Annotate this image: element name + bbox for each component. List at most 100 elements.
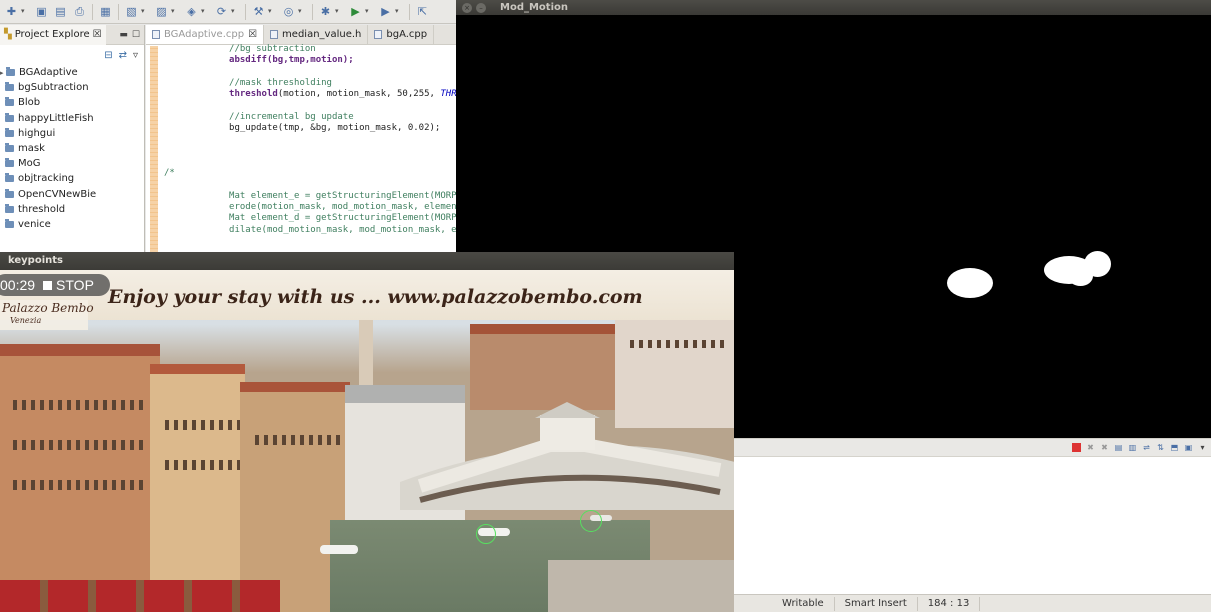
view-menu-icon[interactable]: ▿ — [133, 50, 138, 61]
motion-blob — [1068, 266, 1093, 286]
tab-close-icon[interactable]: ☒ — [93, 29, 102, 40]
code-line: absdiff(bg,tmp,motion); — [164, 55, 354, 66]
minimize-view-icon[interactable]: ▬ — [119, 30, 128, 40]
minimize-window-icon[interactable]: – — [476, 2, 486, 13]
external-tools-icon[interactable]: ▶ — [378, 4, 393, 19]
save-icon[interactable]: ▣ — [34, 4, 49, 19]
window-title: Mod_Motion — [500, 2, 568, 13]
mod-motion-titlebar[interactable]: × – Mod_Motion — [456, 0, 1211, 15]
tab-project-explorer[interactable]: ▚ Project Explore ☒ — [0, 24, 106, 45]
toolbar-separator — [92, 3, 93, 20]
project-item[interactable]: happyLittleFish — [0, 111, 144, 126]
project-item[interactable]: MoG — [0, 156, 144, 171]
toolbar-separator — [245, 3, 246, 20]
stop-button-label[interactable]: STOP — [56, 277, 94, 293]
project-item[interactable]: Blob — [0, 95, 144, 110]
editor-tabbar: BGAdaptive.cpp ☒ median_value.h bgA.cpp — [146, 25, 456, 45]
link-editor-icon[interactable]: ⇄ — [119, 50, 127, 61]
project-item[interactable]: bgSubtraction — [0, 80, 144, 95]
new-icon[interactable]: ✚ — [4, 4, 19, 19]
new-dropdown-icon[interactable]: ▾ — [21, 4, 28, 19]
display-console-icon[interactable]: ⬒ — [1170, 443, 1179, 452]
project-folder-icon — [5, 143, 14, 153]
target-icon[interactable]: ◎ — [281, 4, 296, 19]
window-row — [160, 420, 240, 430]
project-item[interactable]: threshold — [0, 202, 144, 217]
ide-statusbar: Writable Smart Insert 184 : 13 — [734, 594, 1211, 612]
webcam-frame: Enjoy your stay with us ... www.palazzob… — [0, 270, 734, 612]
terminate-icon[interactable] — [1072, 443, 1081, 452]
debug-dropdown-icon[interactable]: ▾ — [335, 4, 342, 19]
close-window-icon[interactable]: × — [462, 2, 472, 13]
tab-project-explorer-label: Project Explore — [14, 29, 90, 40]
project-label: mask — [18, 143, 45, 155]
scroll-lock-icon[interactable]: ▥ — [1128, 443, 1137, 452]
run-dropdown-icon[interactable]: ▾ — [365, 4, 372, 19]
tab-close-icon[interactable]: ☒ — [248, 29, 257, 40]
clear-console-icon[interactable]: ▤ — [1114, 443, 1123, 452]
project-label: bgSubtraction — [18, 82, 89, 94]
keypoints-titlebar[interactable]: keypoints — [0, 252, 734, 270]
view-menu-icon[interactable]: ▾ — [1198, 443, 1207, 452]
new-class-dropdown-icon[interactable]: ▾ — [201, 4, 208, 19]
window-row — [8, 400, 148, 410]
project-item[interactable]: ▸ BGAdaptive — [0, 65, 144, 80]
open-folder-icon[interactable]: ▨ — [154, 4, 169, 19]
save-all-icon[interactable]: ▤ — [53, 4, 68, 19]
project-folder-icon — [5, 82, 14, 92]
ide-toolbar: ✚ ▾ ▣ ▤ ⎙ ▦ ▧ ▾ ▨ ▾ ◈ ▾ ⟳ ▾ ⚒ ▾ ◎ ▾ ✱ ▾ ▶ ▾ ▶ ▾ ⇱ — [0, 0, 456, 24]
debug-icon[interactable]: ✱ — [318, 4, 333, 19]
run-icon[interactable]: ▶ — [348, 4, 363, 19]
recording-control[interactable]: 00:29 STOP — [0, 274, 110, 296]
pin-console-icon[interactable]: ⇅ — [1156, 443, 1165, 452]
target-dropdown-icon[interactable]: ▾ — [298, 4, 305, 19]
open-folder-dropdown-icon[interactable]: ▾ — [171, 4, 178, 19]
new-project-icon[interactable]: ▧ — [124, 4, 139, 19]
refresh-dropdown-icon[interactable]: ▾ — [231, 4, 238, 19]
cpp-file-icon — [152, 30, 160, 39]
window-row — [250, 435, 345, 445]
building-left-2 — [150, 370, 245, 612]
collapse-all-icon[interactable]: ⊟ — [104, 50, 112, 61]
external-tools-dropdown-icon[interactable]: ▾ — [395, 4, 402, 19]
window-row — [625, 340, 725, 348]
project-item[interactable]: venice — [0, 217, 144, 232]
remove-launch-icon[interactable]: ✖ — [1086, 443, 1095, 452]
toolbar-separator — [118, 3, 119, 20]
maximize-view-icon[interactable]: ☐ — [132, 30, 140, 40]
roof-left-2 — [150, 364, 245, 374]
roof-left — [0, 344, 160, 356]
tab-median-value-h[interactable]: median_value.h — [264, 25, 369, 44]
tab-bgadaptive-cpp[interactable]: BGAdaptive.cpp ☒ — [146, 25, 265, 44]
project-item[interactable]: mask — [0, 141, 144, 156]
project-item[interactable]: OpenCVNewBie — [0, 187, 144, 202]
print-icon[interactable]: ⎙ — [72, 4, 87, 19]
new-class-icon[interactable]: ◈ — [184, 4, 199, 19]
code-line: //mask thresholding — [164, 77, 332, 88]
hammer-dropdown-icon[interactable]: ▾ — [268, 4, 275, 19]
remove-all-icon[interactable]: ✖ — [1100, 443, 1109, 452]
pin-icon[interactable]: ⇱ — [415, 4, 430, 19]
code-line: Mat element_d = getStructuringElement(MO… — [164, 213, 463, 224]
refresh-icon[interactable]: ⟳ — [214, 4, 229, 19]
code-line: //bg subtraction — [164, 44, 316, 54]
code-editor: BGAdaptive.cpp ☒ median_value.h bgA.cpp … — [146, 25, 473, 291]
hammer-icon[interactable]: ⚒ — [251, 4, 266, 19]
build-icon[interactable]: ▦ — [98, 4, 113, 19]
code-token: threshold — [229, 89, 278, 100]
open-console-icon[interactable]: ▣ — [1184, 443, 1193, 452]
status-insert-mode: Smart Insert — [835, 596, 918, 611]
webcam-banner: Enjoy your stay with us ... www.palazzob… — [0, 270, 734, 320]
new-project-dropdown-icon[interactable]: ▾ — [141, 4, 148, 19]
project-folder-icon — [5, 173, 14, 183]
stop-icon[interactable] — [43, 280, 53, 290]
tab-bga-cpp[interactable]: bgA.cpp — [368, 25, 435, 44]
word-wrap-icon[interactable]: ⇌ — [1142, 443, 1151, 452]
project-item[interactable]: objtracking — [0, 171, 144, 186]
project-item[interactable]: highgui — [0, 126, 144, 141]
project-tree: ▸ BGAdaptive bgSubtraction Blob happyLittleF… — [0, 65, 144, 232]
